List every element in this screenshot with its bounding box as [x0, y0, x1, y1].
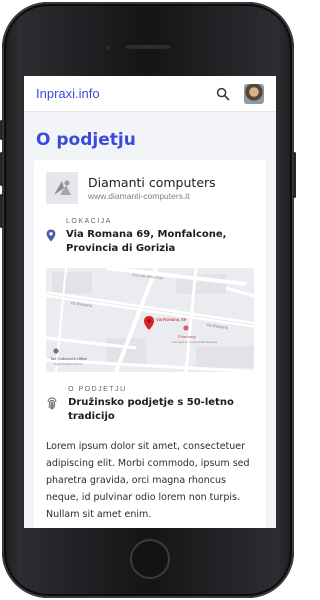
- phone-frame: Inpraxi.info O podjetju Diamanti compute…: [0, 2, 296, 598]
- location-text: LOKACIJA Via Romana 69, Monfalcone, Prov…: [66, 218, 254, 256]
- tax-office-marker-icon[interactable]: [53, 348, 59, 354]
- map-pin-label: Via Romana, 69: [156, 317, 187, 322]
- avatar[interactable]: [244, 83, 264, 104]
- map[interactable]: Via Romana Via Romana Piazzale delle Ros…: [46, 268, 254, 372]
- page-title: O podjetju: [36, 130, 136, 150]
- volume-down-button: [0, 194, 3, 228]
- company-card: Diamanti computers www.diamanti-computer…: [34, 160, 266, 528]
- poi-pharmacy: Pharmacy: [178, 334, 196, 339]
- location-address: Via Romana 69, Monfalcone, Provincia di …: [66, 229, 227, 254]
- about-row: O PODJETJU Družinsko podjetje s 50-letno…: [46, 386, 254, 424]
- home-button[interactable]: [130, 539, 170, 579]
- volume-button: [0, 120, 3, 140]
- company-website[interactable]: www.diamanti-computers.it: [88, 191, 216, 201]
- power-button: [293, 152, 296, 198]
- search-icon[interactable]: [216, 87, 230, 101]
- brand-link[interactable]: Inpraxi.info: [36, 86, 100, 101]
- front-camera: [104, 44, 111, 51]
- volume-up-button: [0, 152, 3, 186]
- location-label: LOKACIJA: [66, 218, 112, 225]
- top-bar: Inpraxi.info: [24, 76, 276, 112]
- location-pin-icon: [46, 229, 56, 242]
- description: Lorem ipsum dolor sit amet, consectetuer…: [46, 441, 250, 520]
- company-text: Diamanti computers www.diamanti-computer…: [88, 175, 216, 201]
- about-text: O PODJETJU Družinsko podjetje s 50-letno…: [68, 386, 254, 424]
- about-label: O PODJETJU: [68, 386, 127, 393]
- fingerprint-icon: [46, 397, 58, 410]
- about-title: Družinsko podjetje s 50-letno tradicijo: [68, 397, 234, 422]
- company-logo: [46, 172, 78, 204]
- poi-pharmacy-sub: Farmacia S. Nicolò Dalla Moldava: [172, 340, 218, 344]
- earpiece-speaker: [124, 43, 172, 49]
- screen: Inpraxi.info O podjetju Diamanti compute…: [24, 76, 276, 528]
- company-name: Diamanti computers: [88, 175, 216, 190]
- pharmacy-marker-icon[interactable]: [183, 325, 189, 331]
- poi-tax-office: Tax Collector's Office: [50, 356, 88, 361]
- map-canvas[interactable]: Via Romana Via Romana Piazzale delle Ros…: [46, 268, 254, 372]
- diamond-logo-icon: [54, 180, 71, 195]
- company-header: Diamanti computers www.diamanti-computer…: [46, 172, 254, 204]
- poi-tax-office-sub: Agenzia delle Entrate: [54, 362, 83, 366]
- location-row: LOKACIJA Via Romana 69, Monfalcone, Prov…: [46, 218, 254, 256]
